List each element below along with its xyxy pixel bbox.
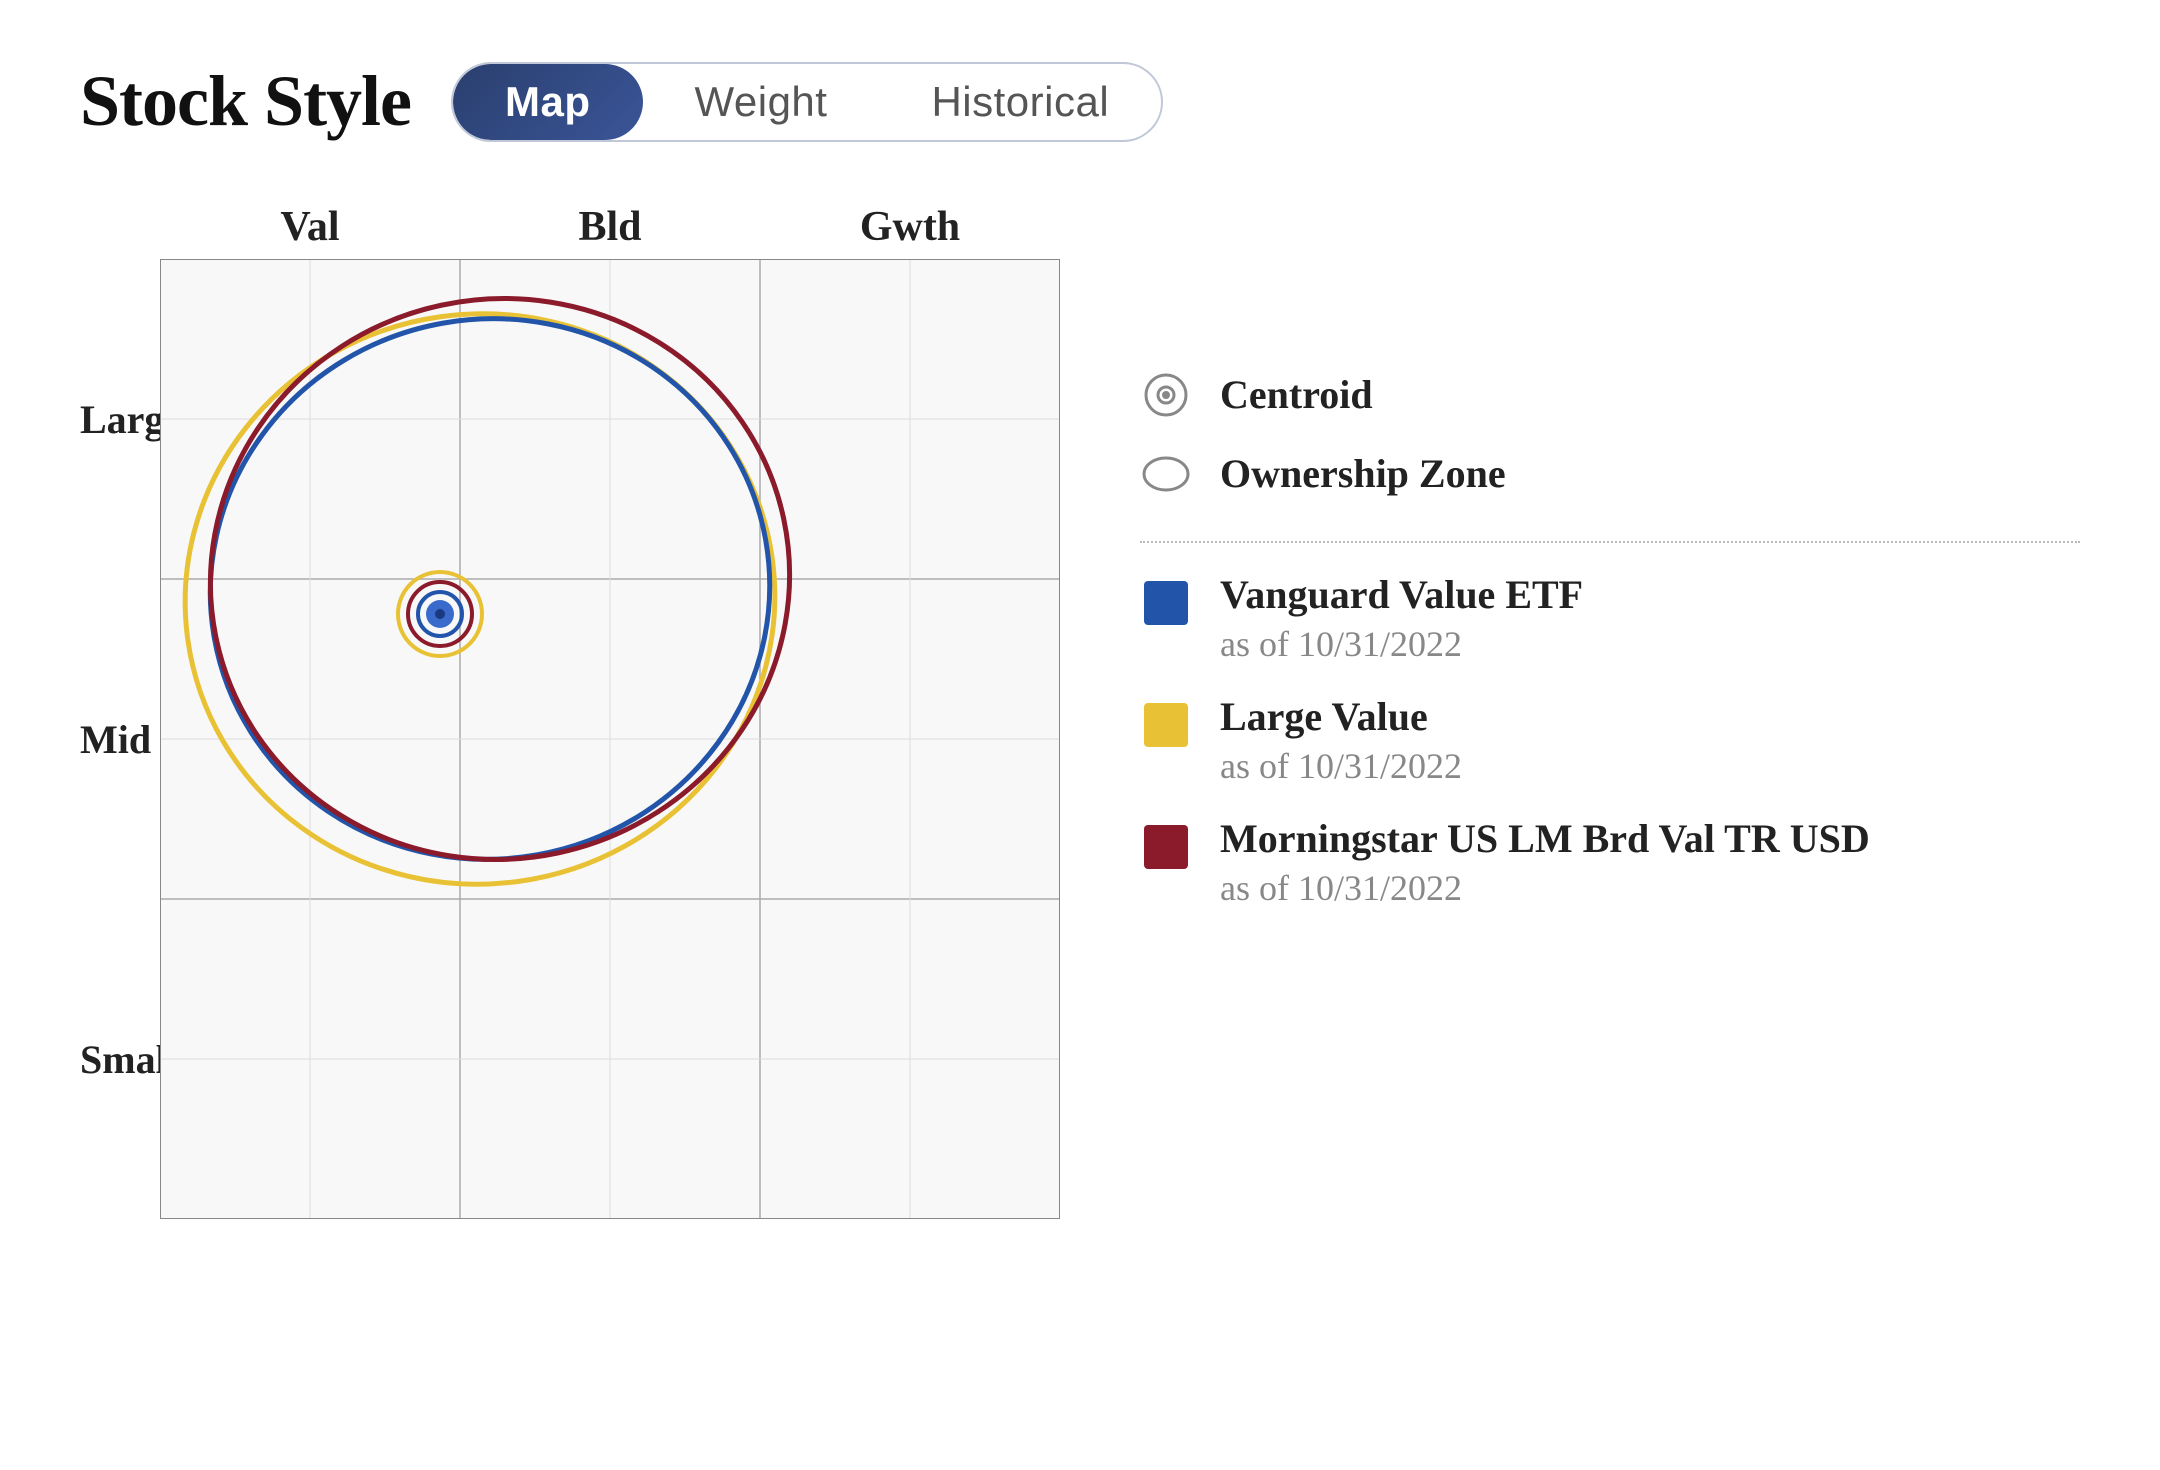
tab-group: Map Weight Historical	[451, 62, 1163, 142]
style-map-grid	[160, 259, 1060, 1219]
vanguard-color-icon	[1140, 577, 1192, 634]
large-value-name: Large Value	[1220, 693, 1462, 741]
large-value-color-icon	[1140, 699, 1192, 756]
legend-item-large-value: Large Value as of 10/31/2022	[1140, 693, 2080, 787]
y-label-small: Small	[80, 1036, 150, 1083]
morningstar-legend-text: Morningstar US LM Brd Val TR USD as of 1…	[1220, 815, 1870, 909]
chart-area: Val Bld Gwth Large Mid Small	[80, 203, 1060, 1219]
large-value-legend-text: Large Value as of 10/31/2022	[1220, 693, 1462, 787]
tab-map[interactable]: Map	[453, 64, 643, 140]
centroid-label: Centroid	[1220, 371, 1373, 418]
y-label-large: Large	[80, 396, 150, 443]
vanguard-date: as of 10/31/2022	[1220, 623, 1583, 665]
legend-divider	[1140, 541, 2080, 543]
tab-weight[interactable]: Weight	[643, 64, 880, 140]
morningstar-color-icon	[1140, 821, 1192, 878]
main-content: Val Bld Gwth Large Mid Small	[80, 203, 2080, 1219]
centroid-icon	[1140, 369, 1192, 426]
morningstar-date: as of 10/31/2022	[1220, 867, 1870, 909]
chart-with-y-axis: Large Mid Small	[80, 259, 1060, 1219]
x-label-val: Val	[160, 203, 460, 251]
morningstar-name: Morningstar US LM Brd Val TR USD	[1220, 815, 1870, 863]
vanguard-name: Vanguard Value ETF	[1220, 571, 1583, 619]
legend-ownership-zone: Ownership Zone	[1140, 442, 2080, 505]
x-label-gwth: Gwth	[760, 203, 1060, 251]
ownership-zone-label: Ownership Zone	[1220, 450, 1506, 497]
tab-historical[interactable]: Historical	[879, 64, 1161, 140]
legend-item-morningstar: Morningstar US LM Brd Val TR USD as of 1…	[1140, 815, 2080, 909]
x-label-bld: Bld	[460, 203, 760, 251]
page-title: Stock Style	[80, 60, 411, 143]
vanguard-legend-text: Vanguard Value ETF as of 10/31/2022	[1220, 571, 1583, 665]
ownership-zone-icon	[1140, 448, 1192, 505]
legend-item-vanguard: Vanguard Value ETF as of 10/31/2022	[1140, 571, 2080, 665]
y-label-mid: Mid	[80, 716, 150, 763]
legend-area: Centroid Ownership Zone Vanguard Value E…	[1140, 203, 2080, 937]
large-value-date: as of 10/31/2022	[1220, 745, 1462, 787]
x-axis-labels: Val Bld Gwth	[160, 203, 1060, 251]
y-axis: Large Mid Small	[80, 259, 160, 1219]
legend-centroid: Centroid	[1140, 363, 2080, 426]
chart-svg	[160, 259, 1060, 1219]
